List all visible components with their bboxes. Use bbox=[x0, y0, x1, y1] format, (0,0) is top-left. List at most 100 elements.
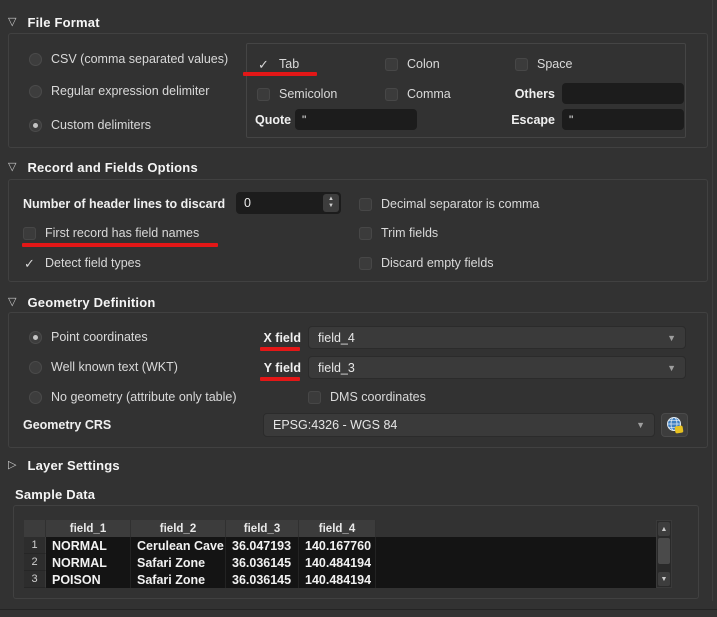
table-cell: NORMAL bbox=[46, 537, 131, 554]
header-lines-spinner[interactable]: 0 ▲ ▼ bbox=[236, 192, 341, 214]
x-field-label: X field bbox=[259, 331, 301, 345]
row-number: 1 bbox=[24, 537, 46, 554]
section-title: File Format bbox=[27, 15, 99, 30]
checkbox-decimal-separator-comma[interactable]: Decimal separator is comma bbox=[359, 197, 539, 211]
section-record-options[interactable]: ▽ Record and Fields Options bbox=[8, 159, 198, 175]
radio-csv[interactable]: CSV (comma separated values) bbox=[29, 52, 228, 66]
checkbox-label: Trim fields bbox=[381, 226, 438, 240]
checkbox-discard-empty-fields[interactable]: Discard empty fields bbox=[359, 256, 494, 270]
scroll-down-icon[interactable]: ▼ bbox=[658, 572, 670, 586]
record-options-panel: Number of header lines to discard 0 ▲ ▼ … bbox=[8, 179, 708, 282]
radio-label: Well known text (WKT) bbox=[51, 360, 178, 374]
globe-crs-icon bbox=[666, 416, 684, 434]
crs-picker-button[interactable] bbox=[661, 413, 688, 437]
checkbox-tab[interactable]: ✓ Tab bbox=[257, 57, 299, 71]
collapse-right-icon[interactable]: ▷ bbox=[8, 460, 16, 471]
radio-icon bbox=[29, 53, 42, 66]
sample-data-table: field_1 field_2 field_3 field_4 1 NORMAL… bbox=[24, 520, 376, 588]
radio-custom-delimiters[interactable]: Custom delimiters bbox=[29, 118, 151, 132]
quote-label: Quote bbox=[255, 113, 291, 127]
checkbox-icon bbox=[308, 391, 321, 404]
table-cell: Cerulean Cave bbox=[131, 537, 226, 554]
spinner-value: 0 bbox=[236, 196, 251, 210]
checkbox-icon bbox=[515, 58, 528, 71]
checkbox-detect-field-types[interactable]: ✓ Detect field types bbox=[23, 256, 141, 270]
checkbox-label: DMS coordinates bbox=[330, 390, 426, 404]
table-row: 2 NORMAL Safari Zone 36.036145 140.48419… bbox=[24, 554, 376, 571]
x-field-select[interactable]: field_4 ▼ bbox=[308, 326, 686, 349]
table-cell: Safari Zone bbox=[131, 554, 226, 571]
chevron-down-icon: ▼ bbox=[636, 420, 645, 430]
section-layer-settings[interactable]: ▷ Layer Settings bbox=[8, 457, 120, 473]
geometry-crs-select[interactable]: EPSG:4326 - WGS 84 ▼ bbox=[263, 413, 655, 437]
collapse-down-icon[interactable]: ▽ bbox=[8, 297, 16, 308]
radio-no-geometry[interactable]: No geometry (attribute only table) bbox=[29, 390, 237, 404]
checkbox-comma[interactable]: Comma bbox=[385, 87, 451, 101]
annotation-underline-tab bbox=[243, 72, 317, 76]
table-cell: 36.047193 bbox=[226, 537, 299, 554]
checkbox-colon[interactable]: Colon bbox=[385, 57, 440, 71]
sample-data-title: Sample Data bbox=[15, 487, 95, 502]
checkbox-icon bbox=[359, 227, 372, 240]
spin-down-icon[interactable]: ▼ bbox=[328, 203, 334, 210]
checkbox-label: Decimal separator is comma bbox=[381, 197, 539, 211]
annotation-underline-x-field bbox=[260, 347, 300, 351]
radio-label: Regular expression delimiter bbox=[51, 84, 209, 98]
quote-value: " bbox=[302, 113, 306, 127]
radio-label: No geometry (attribute only table) bbox=[51, 390, 237, 404]
x-field-value: field_4 bbox=[318, 331, 355, 345]
others-input[interactable] bbox=[562, 83, 684, 104]
radio-icon bbox=[29, 391, 42, 404]
bottom-divider bbox=[0, 609, 717, 617]
scroll-up-icon[interactable]: ▲ bbox=[658, 522, 670, 536]
table-cell: 140.484194 bbox=[299, 554, 376, 571]
checkbox-label: Comma bbox=[407, 87, 451, 101]
chevron-down-icon: ▼ bbox=[667, 333, 676, 343]
section-file-format[interactable]: ▽ File Format bbox=[8, 14, 100, 30]
chevron-down-icon: ▼ bbox=[667, 363, 676, 373]
radio-label: Point coordinates bbox=[51, 330, 148, 344]
section-title: Layer Settings bbox=[27, 458, 119, 473]
checkbox-label: Space bbox=[537, 57, 572, 71]
table-cell: POISON bbox=[46, 571, 131, 588]
checkbox-space[interactable]: Space bbox=[515, 57, 572, 71]
section-title: Record and Fields Options bbox=[27, 160, 197, 175]
checkbox-dms-coordinates[interactable]: DMS coordinates bbox=[308, 390, 426, 404]
radio-icon bbox=[29, 85, 42, 98]
escape-input[interactable]: " bbox=[562, 109, 684, 130]
radio-label: Custom delimiters bbox=[51, 118, 151, 132]
header-lines-label-row: Number of header lines to discard bbox=[23, 197, 225, 211]
table-row: 1 NORMAL Cerulean Cave 36.047193 140.167… bbox=[24, 537, 376, 554]
table-cell: 140.484194 bbox=[299, 571, 376, 588]
radio-wkt[interactable]: Well known text (WKT) bbox=[29, 360, 178, 374]
table-scrollbar[interactable]: ▲ ▼ bbox=[656, 520, 672, 588]
radio-point-coordinates[interactable]: Point coordinates bbox=[29, 330, 148, 344]
quote-input[interactable]: " bbox=[295, 109, 417, 130]
checkbox-icon bbox=[385, 88, 398, 101]
spinner-buttons[interactable]: ▲ ▼ bbox=[323, 194, 339, 212]
checkbox-label: Semicolon bbox=[279, 87, 337, 101]
geometry-crs-label: Geometry CRS bbox=[23, 418, 111, 432]
section-title: Geometry Definition bbox=[27, 295, 155, 310]
checkbox-trim-fields[interactable]: Trim fields bbox=[359, 226, 438, 240]
checkbox-label: Discard empty fields bbox=[381, 256, 494, 270]
collapse-down-icon[interactable]: ▽ bbox=[8, 17, 16, 28]
scrollbar-thumb[interactable] bbox=[658, 538, 670, 564]
collapse-down-icon[interactable]: ▽ bbox=[8, 162, 16, 173]
checkbox-semicolon[interactable]: Semicolon bbox=[257, 87, 337, 101]
delimited-text-dialog: ▽ File Format CSV (comma separated value… bbox=[0, 0, 717, 617]
checkbox-icon bbox=[359, 257, 372, 270]
section-geometry-definition[interactable]: ▽ Geometry Definition bbox=[8, 294, 156, 310]
table-header-row: field_1 field_2 field_3 field_4 bbox=[24, 520, 376, 537]
radio-icon bbox=[29, 361, 42, 374]
y-field-value: field_3 bbox=[318, 361, 355, 375]
others-label: Others bbox=[485, 87, 555, 101]
radio-regex-delimiter[interactable]: Regular expression delimiter bbox=[29, 84, 209, 98]
checkbox-label: Detect field types bbox=[45, 256, 141, 270]
delimiters-groupbox: ✓ Tab Colon Space Semicolon Comma Others bbox=[246, 43, 686, 138]
checkbox-first-record-has-field-names[interactable]: First record has field names bbox=[23, 226, 199, 240]
y-field-label: Y field bbox=[259, 361, 301, 375]
y-field-select[interactable]: field_3 ▼ bbox=[308, 356, 686, 379]
spin-up-icon[interactable]: ▲ bbox=[328, 196, 334, 203]
checkmark-icon: ✓ bbox=[23, 257, 36, 270]
